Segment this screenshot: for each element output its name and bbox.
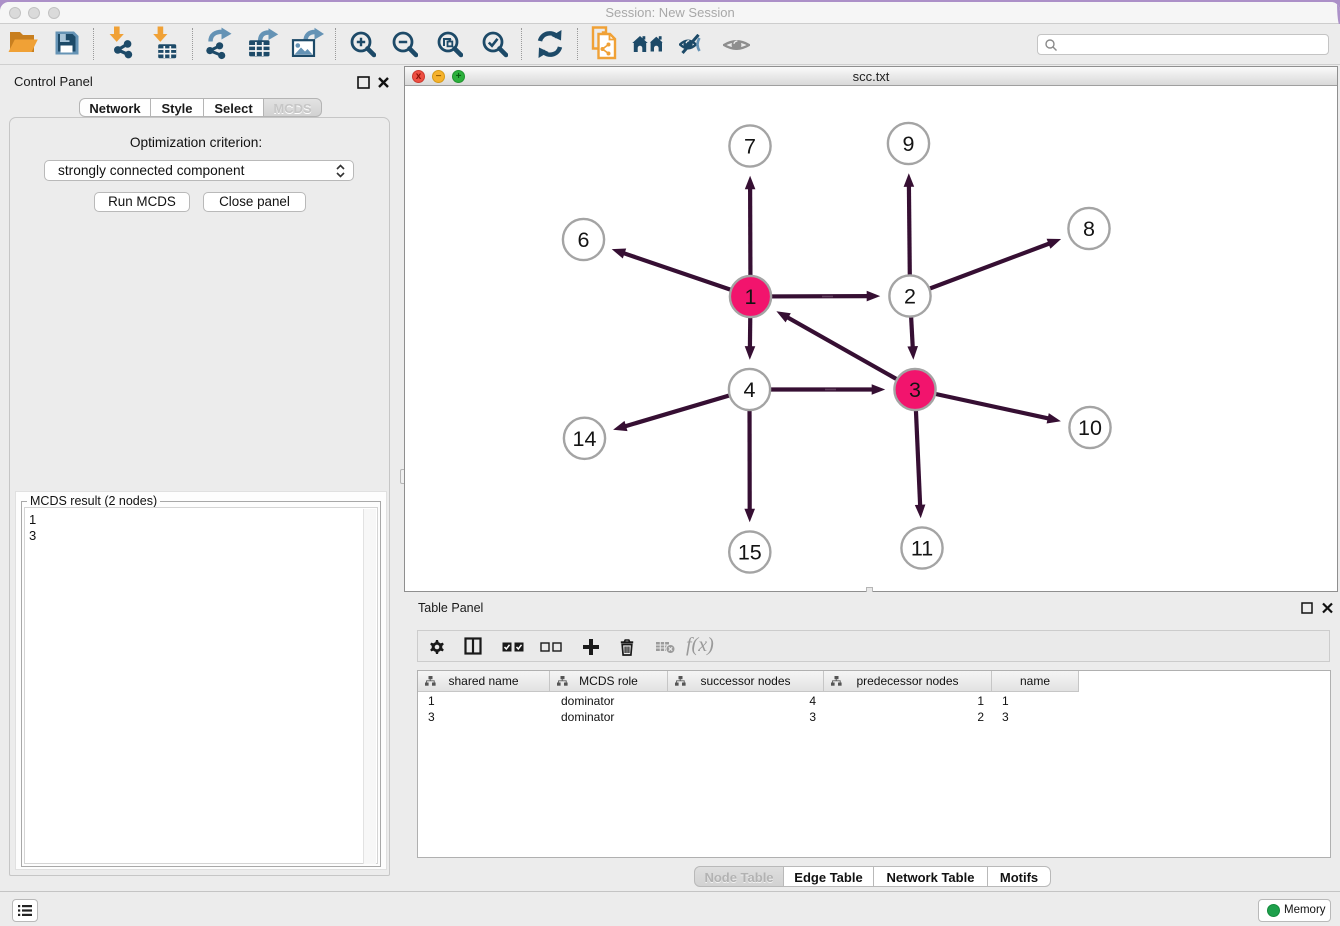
svg-text:10: 10 (1078, 416, 1102, 440)
svg-text:6: 6 (578, 228, 590, 252)
svg-text:15: 15 (738, 541, 762, 565)
svg-text:3: 3 (909, 378, 921, 402)
svg-text:11: 11 (911, 537, 933, 561)
svg-text:2: 2 (904, 285, 916, 309)
svg-text:1: 1 (745, 285, 757, 309)
svg-text:14: 14 (573, 427, 597, 451)
svg-text:7: 7 (744, 135, 756, 159)
svg-text:9: 9 (903, 132, 915, 156)
svg-text:4: 4 (744, 378, 756, 402)
svg-text:8: 8 (1083, 217, 1095, 241)
